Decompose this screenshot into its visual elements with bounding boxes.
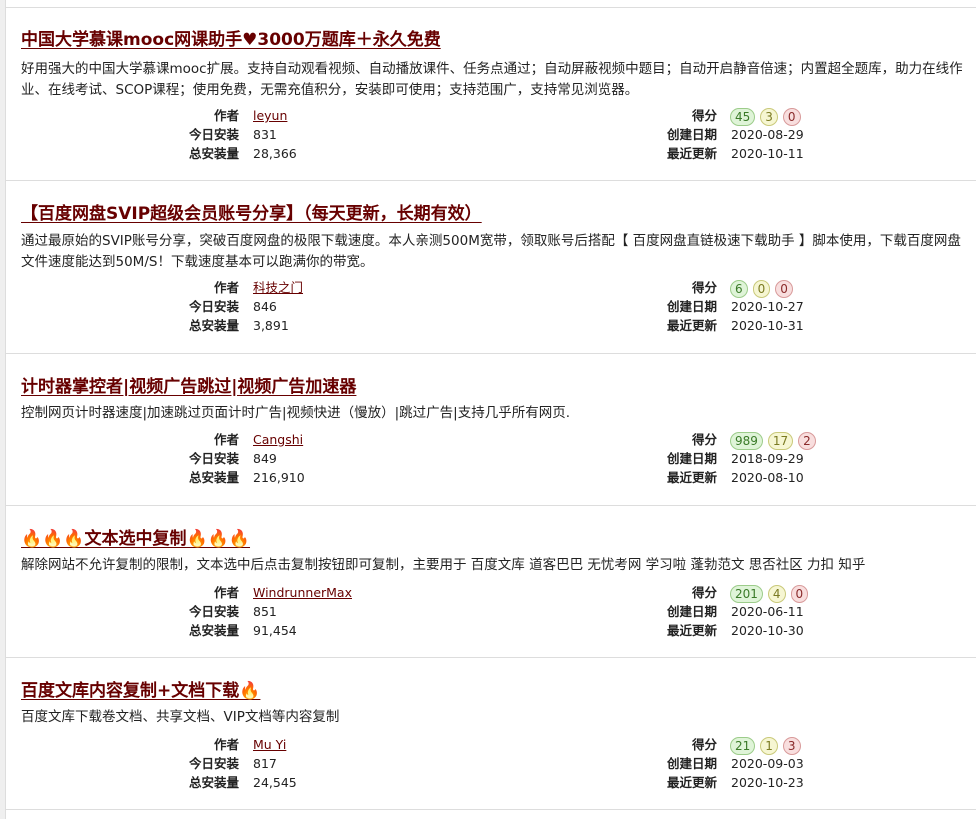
score-badges: 989 17 2 — [730, 430, 817, 450]
total-installs-label: 总安装量 — [188, 623, 239, 638]
score-badges: 201 4 0 — [730, 583, 809, 603]
score-ok-badge: 3 — [760, 107, 778, 126]
script-card: 中国大学慕课mooc网课助手♥3000万题库＋永久免费 好用强大的中国大学慕课m… — [6, 7, 976, 181]
updated-label: 最近更新 — [666, 470, 717, 485]
updated-label: 最近更新 — [666, 623, 717, 638]
updated-date: 2020-10-31 — [731, 318, 804, 333]
total-installs-value: 3,891 — [253, 318, 289, 333]
script-title-link[interactable]: 百度文库内容复制+文档下载🔥 — [21, 676, 260, 701]
daily-installs-value: 846 — [253, 299, 277, 314]
score-label: 得分 — [691, 280, 717, 295]
script-card: 计时器掌控者|视频广告跳过|视频广告加速器 控制网页计时器速度|加速跳过页面计时… — [6, 354, 976, 506]
author-link[interactable]: Cangshi — [253, 430, 303, 449]
total-installs-label: 总安装量 — [188, 318, 239, 333]
score-badges: 21 1 3 — [730, 735, 802, 755]
author-label: 作者 — [213, 737, 239, 752]
script-list: 中国大学慕课mooc网课助手♥3000万题库＋永久免费 好用强大的中国大学慕课m… — [5, 0, 976, 819]
total-installs-value: 216,910 — [253, 470, 305, 485]
created-label: 创建日期 — [666, 127, 717, 142]
score-good-badge: 45 — [730, 107, 756, 126]
author-link[interactable]: WindrunnerMax — [253, 583, 352, 602]
score-label: 得分 — [691, 108, 717, 123]
script-description: 解除网站不允许复制的限制，文本选中后点击复制按钮即可复制，主要用于 百度文库 道… — [21, 557, 866, 573]
score-bad-badge: 0 — [782, 107, 801, 126]
updated-date: 2020-10-30 — [731, 623, 804, 638]
daily-installs-label: 今日安装 — [188, 127, 239, 142]
daily-installs-value: 817 — [253, 756, 277, 771]
updated-date: 2020-10-23 — [731, 775, 804, 790]
score-bad-badge: 2 — [798, 431, 816, 450]
score-ok-badge: 4 — [767, 584, 786, 603]
created-label: 创建日期 — [666, 299, 717, 314]
updated-label: 最近更新 — [666, 146, 717, 161]
author-label: 作者 — [213, 432, 239, 447]
author-link[interactable]: Mu Yi — [253, 735, 286, 754]
total-installs-label: 总安装量 — [188, 470, 239, 485]
script-card: 百度文库内容复制+文档下载🔥 百度文库下载卷文档、共享文档、VIP文档等内容复制… — [6, 658, 976, 810]
created-label: 创建日期 — [666, 604, 717, 619]
script-card: 🔥🔥🔥文本选中复制🔥🔥🔥 解除网站不允许复制的限制，文本选中后点击复制按钮即可复… — [6, 506, 976, 658]
daily-installs-value: 851 — [253, 604, 277, 619]
script-description: 控制网页计时器速度|加速跳过页面计时广告|视频快进（慢放）|跳过广告|支持几乎所… — [21, 405, 570, 421]
author-label: 作者 — [213, 585, 239, 600]
author-label: 作者 — [213, 280, 239, 295]
script-card: 【百度网盘SVIP超级会员账号分享】（每天更新，长期有效） 通过最原始的SVIP… — [6, 181, 976, 354]
daily-installs-label: 今日安装 — [188, 451, 239, 466]
author-link[interactable]: 科技之门 — [253, 278, 303, 297]
created-label: 创建日期 — [666, 451, 717, 466]
daily-installs-value: 849 — [253, 451, 277, 466]
score-ok-badge: 0 — [752, 279, 771, 298]
score-badges: 45 3 0 — [730, 106, 802, 126]
score-ok-badge: 17 — [767, 431, 794, 450]
updated-date: 2020-08-10 — [731, 470, 804, 485]
author-label: 作者 — [213, 108, 239, 123]
total-installs-value: 28,366 — [253, 146, 297, 161]
author-link[interactable]: leyun — [253, 106, 287, 125]
created-date: 2020-09-03 — [731, 756, 804, 771]
created-date: 2020-10-27 — [731, 299, 804, 314]
score-bad-badge: 0 — [790, 584, 809, 603]
script-title-link[interactable]: 🔥🔥🔥文本选中复制🔥🔥🔥 — [21, 524, 250, 549]
script-title-link[interactable]: 【百度网盘SVIP超级会员账号分享】（每天更新，长期有效） — [21, 199, 482, 224]
score-good-badge: 989 — [730, 431, 763, 450]
score-ok-badge: 1 — [760, 736, 778, 755]
created-date: 2020-08-29 — [731, 127, 804, 142]
daily-installs-value: 831 — [253, 127, 277, 142]
created-date: 2018-09-29 — [731, 451, 804, 466]
updated-date: 2020-10-11 — [731, 146, 804, 161]
created-date: 2020-06-11 — [731, 604, 804, 619]
score-good-badge: 21 — [730, 736, 756, 755]
score-label: 得分 — [691, 737, 717, 752]
script-title-link[interactable]: 计时器掌控者|视频广告跳过|视频广告加速器 — [21, 372, 356, 397]
created-label: 创建日期 — [666, 756, 717, 771]
script-title-link[interactable]: 中国大学慕课mooc网课助手♥3000万题库＋永久免费 — [21, 25, 441, 50]
total-installs-label: 总安装量 — [188, 146, 239, 161]
score-bad-badge: 3 — [782, 736, 801, 755]
script-description: 百度文库下载卷文档、共享文档、VIP文档等内容复制 — [21, 709, 340, 725]
total-installs-value: 91,454 — [253, 623, 297, 638]
daily-installs-label: 今日安装 — [188, 299, 239, 314]
updated-label: 最近更新 — [666, 318, 717, 333]
score-good-badge: 201 — [730, 584, 763, 603]
daily-installs-label: 今日安装 — [188, 756, 239, 771]
score-label: 得分 — [691, 432, 717, 447]
updated-label: 最近更新 — [666, 775, 717, 790]
score-badges: 6 0 0 — [730, 278, 794, 298]
daily-installs-label: 今日安装 — [188, 604, 239, 619]
score-label: 得分 — [691, 585, 717, 600]
script-description: 好用强大的中国大学慕课mooc扩展。支持自动观看视频、自动播放课件、任务点通过；… — [21, 61, 963, 98]
total-installs-label: 总安装量 — [188, 775, 239, 790]
score-bad-badge: 0 — [775, 279, 793, 298]
total-installs-value: 24,545 — [253, 775, 297, 790]
script-description: 通过最原始的SVIP账号分享，突破百度网盘的极限下载速度。本人亲测500M宽带，… — [21, 233, 961, 270]
score-good-badge: 6 — [730, 279, 748, 298]
